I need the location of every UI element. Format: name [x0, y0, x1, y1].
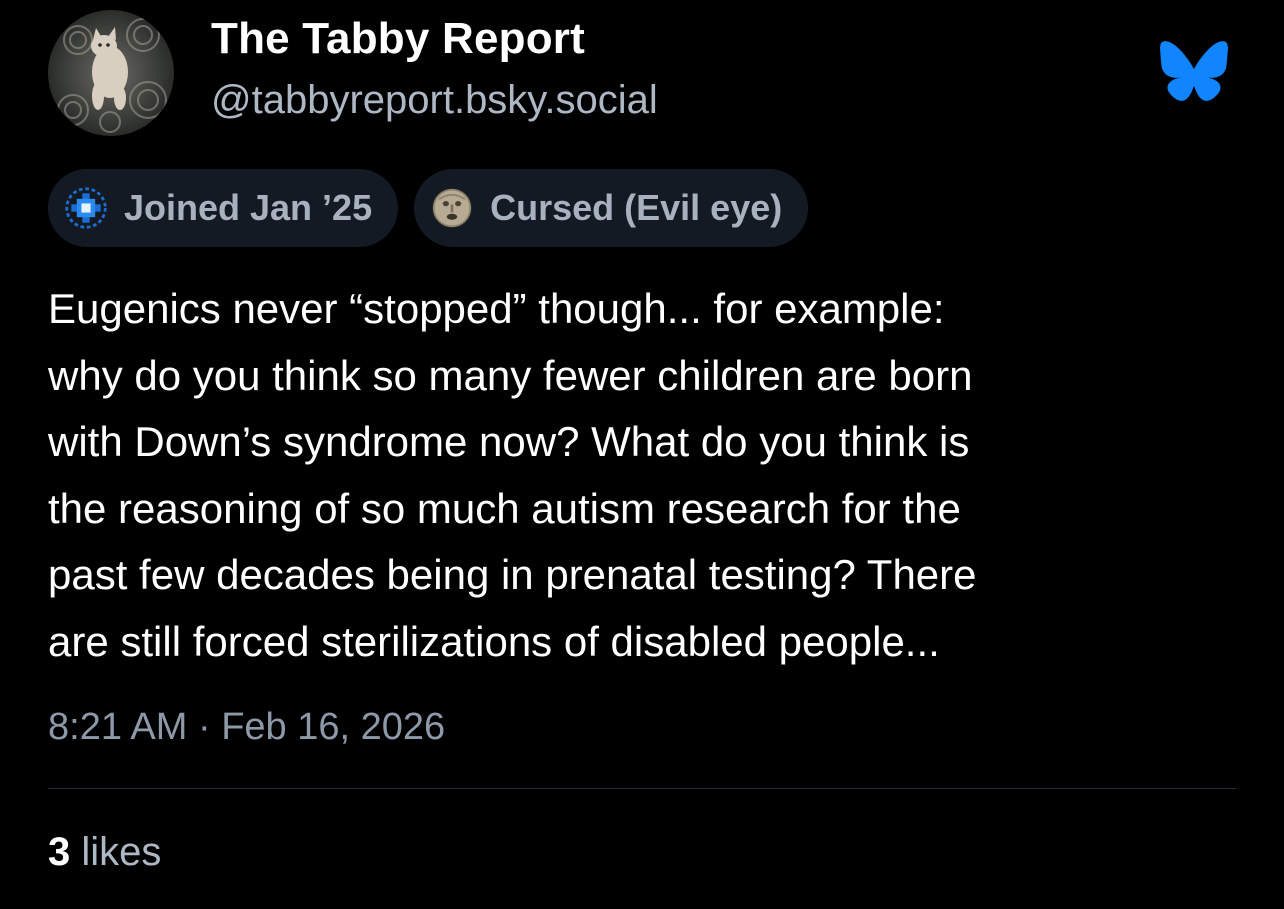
cursed-badge-label: Cursed (Evil eye) [490, 187, 783, 228]
divider [48, 788, 1236, 789]
post-text-line: Eugenics never “stopped” though... for e… [48, 285, 945, 332]
likes-stat[interactable]: 3 likes [48, 830, 161, 875]
likes-label: likes [81, 830, 162, 874]
post-text-line: why do you think so many fewer children … [48, 351, 973, 399]
joined-badge-label: Joined Jan ’25 [124, 187, 373, 228]
mouth-of-truth-badge-icon [428, 184, 476, 232]
post-timestamp[interactable]: 8:21 AM · Feb 16, 2026 [48, 706, 445, 749]
author-avatar[interactable] [48, 10, 174, 136]
author-handle[interactable]: @tabbyreport.bsky.social [211, 78, 658, 123]
bluesky-butterfly-icon[interactable] [1158, 40, 1230, 102]
author-display-name[interactable]: The Tabby Report [211, 14, 585, 64]
post-text-line: the reasoning of so much autism research… [48, 484, 961, 532]
cat-avatar-icon [48, 10, 174, 136]
blue-pixel-badge-icon [62, 184, 110, 232]
post-detail: The Tabby Report @tabbyreport.bsky.socia… [0, 0, 1284, 909]
likes-count: 3 [48, 830, 71, 874]
cursed-badge[interactable]: Cursed (Evil eye) [414, 169, 809, 247]
post-body: Eugenics never “stopped” though... for e… [48, 276, 1248, 675]
post-text-line: with Down’s syndrome now? What do you th… [48, 418, 970, 465]
post-text-line: past few decades being in prenatal testi… [48, 551, 977, 598]
joined-badge[interactable]: Joined Jan ’25 [48, 169, 399, 247]
post-text-line: are still forced sterilizations of disab… [48, 617, 940, 665]
profile-badges: Joined Jan ’25 Cursed (Evil eye) [48, 169, 809, 247]
